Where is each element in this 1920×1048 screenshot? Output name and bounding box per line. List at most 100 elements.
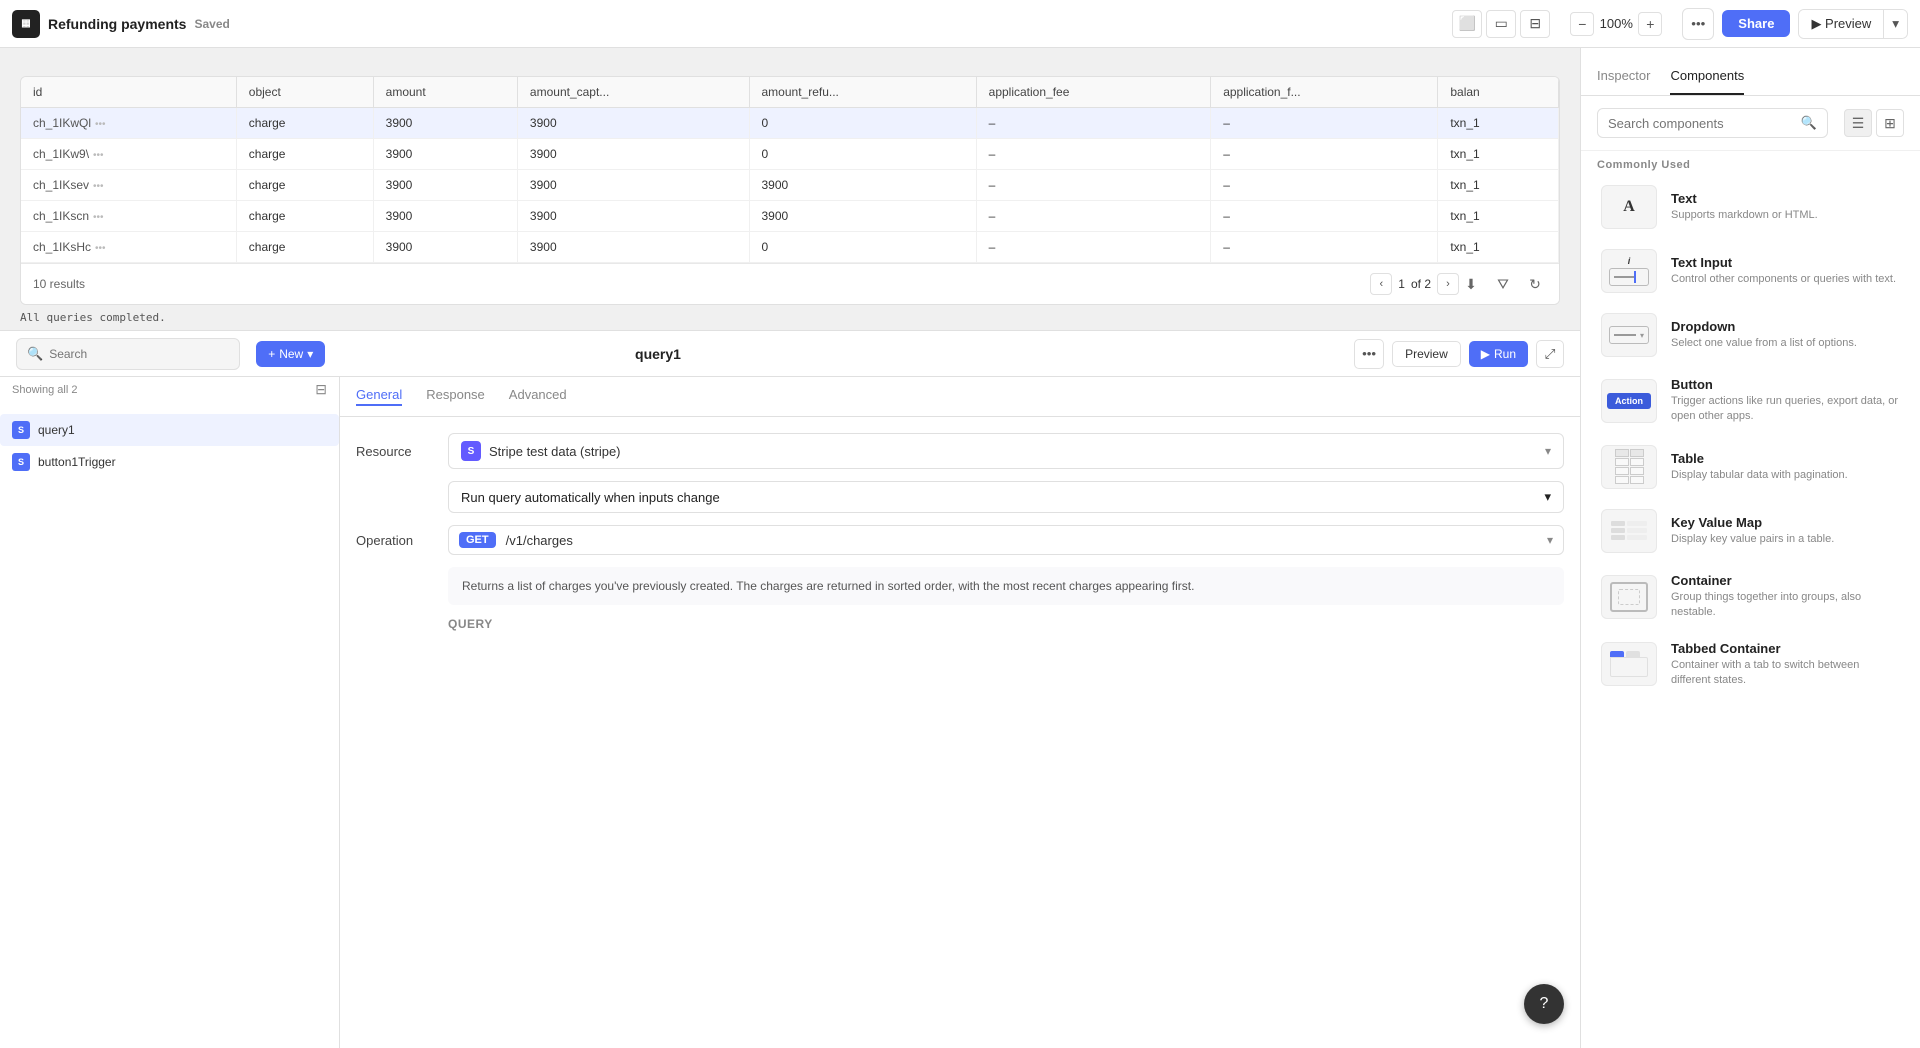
cell-amount-refu: 0 — [749, 108, 976, 139]
query-more-button[interactable]: ••• — [1354, 339, 1384, 369]
view-split-icon[interactable]: ⊟ — [1520, 10, 1550, 38]
cell-app-f: – — [1211, 139, 1438, 170]
component-item[interactable]: Table Display tabular data with paginati… — [1593, 435, 1908, 499]
col-id: id — [21, 77, 236, 108]
resource-row: Resource S Stripe test data (stripe) ▾ — [356, 433, 1564, 469]
zoom-in-button[interactable]: + — [1638, 12, 1662, 36]
table-row[interactable]: ch_1IKw9\••• charge 3900 3900 0 – – txn_… — [21, 139, 1559, 170]
data-table: id object amount amount_capt... amount_r… — [21, 77, 1559, 263]
operation-select[interactable]: GET /v1/charges ▾ — [448, 525, 1564, 555]
component-icon — [1601, 509, 1657, 553]
query-content: Resource S Stripe test data (stripe) ▾ — [340, 417, 1580, 1048]
query-list-item[interactable]: S query1 — [0, 414, 339, 446]
main-layout: id object amount amount_capt... amount_r… — [0, 48, 1920, 1048]
prev-page-button[interactable]: ‹ — [1370, 273, 1392, 295]
plus-icon: + — [268, 347, 275, 361]
filter-icon[interactable]: ⊟ — [315, 381, 327, 398]
cell-balan: txn_1 — [1438, 201, 1559, 232]
share-button[interactable]: Share — [1722, 10, 1790, 37]
component-icon: ▾ — [1601, 313, 1657, 357]
cell-amount: 3900 — [373, 108, 517, 139]
tab-general[interactable]: General — [356, 387, 402, 406]
list-view-button[interactable]: ☰ — [1844, 109, 1872, 137]
cell-balan: txn_1 — [1438, 170, 1559, 201]
component-desc: Container with a tab to switch between d… — [1671, 658, 1900, 689]
query-tabs: General Response Advanced — [340, 377, 1580, 417]
cell-app-f: – — [1211, 108, 1438, 139]
table-row[interactable]: ch_1IKwQl••• charge 3900 3900 0 – – txn_… — [21, 108, 1559, 139]
zoom-out-button[interactable]: − — [1570, 12, 1594, 36]
table-row[interactable]: ch_1IKscn••• charge 3900 3900 3900 – – t… — [21, 201, 1559, 232]
component-item[interactable]: Key Value Map Display key value pairs in… — [1593, 499, 1908, 563]
component-search-input[interactable] — [1608, 116, 1795, 131]
query-name-label: query1 — [356, 346, 960, 362]
col-object: object — [236, 77, 373, 108]
component-item[interactable]: Action Button Trigger actions like run q… — [1593, 367, 1908, 435]
component-list: A Text Supports markdown or HTML. i Text… — [1581, 175, 1920, 1048]
next-page-button[interactable]: › — [1437, 273, 1459, 295]
run-query-button[interactable]: ▶ Run — [1469, 341, 1528, 367]
cell-amount-capt: 3900 — [517, 201, 749, 232]
search-input[interactable] — [49, 347, 229, 361]
cell-id: ch_1IKsHc••• — [21, 232, 236, 263]
download-button[interactable]: ⬇ — [1459, 272, 1483, 296]
auto-run-select[interactable]: Run query automatically when inputs chan… — [448, 481, 1564, 513]
auto-run-chevron: ▾ — [1544, 489, 1551, 505]
view-tablet-icon[interactable]: ▭ — [1486, 10, 1516, 38]
search-icon: 🔍 — [27, 346, 43, 362]
zoom-controls: − 100% + — [1570, 12, 1662, 36]
refresh-button[interactable]: ↻ — [1523, 272, 1547, 296]
query-list-header: Showing all 2 ⊟ — [0, 377, 339, 402]
search-box[interactable]: 🔍 — [16, 338, 240, 370]
tab-components[interactable]: Components — [1670, 68, 1744, 95]
component-item[interactable]: Container Group things together into gro… — [1593, 563, 1908, 631]
status-bar: All queries completed. — [0, 305, 1580, 330]
expand-button[interactable]: ⤢ — [1536, 340, 1564, 368]
component-item[interactable]: A Text Supports markdown or HTML. — [1593, 175, 1908, 239]
component-item[interactable]: ▾ Dropdown Select one value from a list … — [1593, 303, 1908, 367]
component-desc: Group things together into groups, also … — [1671, 590, 1900, 621]
grid-view-button[interactable]: ⊞ — [1876, 109, 1904, 137]
component-item[interactable]: i Text Input Control other components or… — [1593, 239, 1908, 303]
component-desc: Display key value pairs in a table. — [1671, 532, 1900, 547]
cell-amount-refu: 0 — [749, 232, 976, 263]
component-name: Container — [1671, 573, 1900, 588]
new-label: New — [279, 347, 303, 361]
more-options-button[interactable]: ••• — [1682, 8, 1714, 40]
preview-button[interactable]: ▶ Preview — [1799, 10, 1883, 38]
view-desktop-icon[interactable]: ⬜ — [1452, 10, 1482, 38]
new-query-button[interactable]: + New ▾ — [256, 341, 325, 367]
tab-advanced[interactable]: Advanced — [509, 387, 567, 406]
component-name: Text — [1671, 191, 1900, 206]
search-icon: 🔍 — [1801, 115, 1817, 131]
cell-balan: txn_1 — [1438, 139, 1559, 170]
component-search-box[interactable]: 🔍 — [1597, 108, 1828, 138]
component-desc: Supports markdown or HTML. — [1671, 208, 1900, 223]
component-icon: i — [1601, 249, 1657, 293]
query-section-label: QUERY — [448, 617, 1564, 631]
tab-response[interactable]: Response — [426, 387, 485, 406]
query-item-name: button1Trigger — [38, 455, 327, 469]
query-list-item[interactable]: S button1Trigger — [0, 446, 339, 478]
component-desc: Trigger actions like run queries, export… — [1671, 394, 1900, 425]
table-row[interactable]: ch_1IKsHc••• charge 3900 3900 0 – – txn_… — [21, 232, 1559, 263]
filter-button[interactable]: ⛛ — [1491, 272, 1515, 296]
pagination: ‹ 1 of 2 › — [1370, 273, 1459, 295]
resource-select[interactable]: S Stripe test data (stripe) ▾ — [448, 433, 1564, 469]
query-preview-button[interactable]: Preview — [1392, 341, 1461, 367]
cell-amount-capt: 3900 — [517, 232, 749, 263]
tab-inspector[interactable]: Inspector — [1597, 68, 1650, 95]
component-icon: Action — [1601, 379, 1657, 423]
preview-dropdown-arrow[interactable]: ▾ — [1883, 10, 1907, 38]
resource-name: Stripe test data (stripe) — [489, 444, 1545, 459]
col-application-fee: application_fee — [976, 77, 1211, 108]
component-desc: Control other components or queries with… — [1671, 272, 1900, 287]
help-button[interactable]: ? — [1524, 984, 1564, 1024]
canvas-area: id object amount amount_capt... amount_r… — [0, 48, 1580, 1048]
right-panel: Inspector Components 🔍 ☰ ⊞ Commonly Used… — [1580, 48, 1920, 1048]
table-row[interactable]: ch_1IKsev••• charge 3900 3900 3900 – – t… — [21, 170, 1559, 201]
cell-app-f: – — [1211, 170, 1438, 201]
component-name: Tabbed Container — [1671, 641, 1900, 656]
topbar: ▦ Refunding payments Saved ⬜ ▭ ⊟ − 100% … — [0, 0, 1920, 48]
component-item[interactable]: Tabbed Container Container with a tab to… — [1593, 631, 1908, 699]
